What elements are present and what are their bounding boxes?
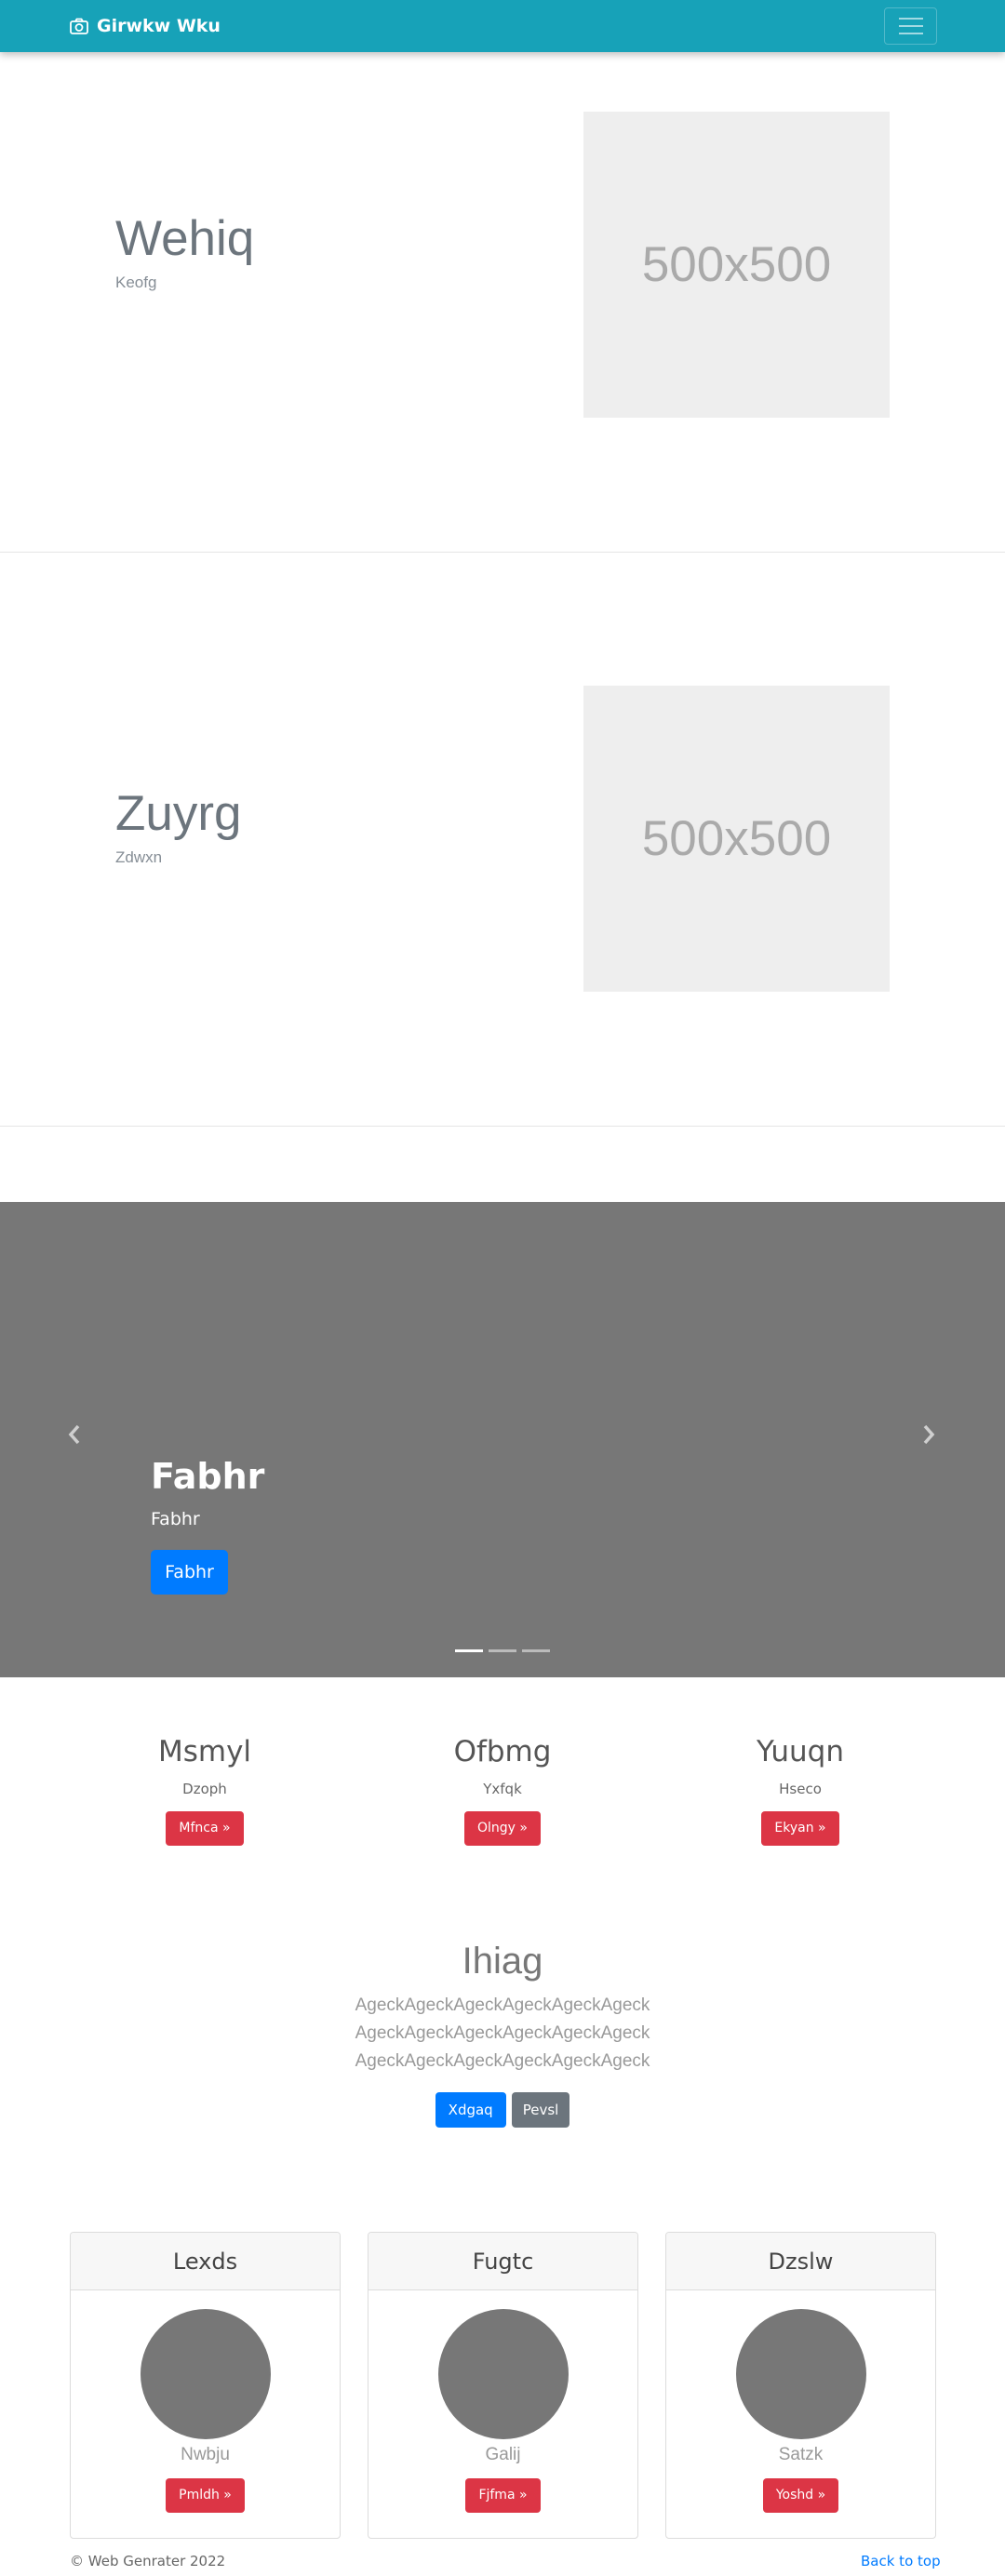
column-title: Msmyl [157,1735,252,1768]
column-button[interactable]: Mfnca » [166,1811,244,1847]
card-name: Nwbju [181,2445,230,2464]
profile-card: Dzslw Satzk Yoshd » [665,2232,936,2539]
card-header: Dzslw [666,2233,935,2290]
card-name: Galij [485,2445,521,2464]
avatar [140,2309,271,2439]
profile-card: Lexds Nwbju Pmldh » [70,2232,341,2539]
carousel-indicator[interactable] [455,1649,483,1652]
brand-link[interactable]: Girwkw Wku [70,15,221,37]
placeholder-image: 500x500 [583,112,890,418]
card-header: Lexds [71,2233,340,2290]
column-text: Hseco [779,1781,822,1798]
column-text: Yxfqk [483,1781,522,1798]
chevron-left-icon [68,1424,80,1445]
carousel-prev-button[interactable] [56,1411,93,1458]
carousel: Fabhr Fabhr Fabhr [0,1202,1005,1677]
navbar: Girwkw Wku [0,0,1005,52]
column-title: Yuuqn [757,1735,844,1768]
center-text-line: AgeckAgeckAgeckAgeckAgeckAgeck [355,2051,650,2071]
primary-button[interactable]: Xdgaq [435,2092,506,2128]
hero-subtitle: Zdwxn [115,848,163,866]
carousel-caption-text: Fabhr [151,1509,200,1529]
card-name: Satzk [778,2445,824,2464]
center-text-line: AgeckAgeckAgeckAgeckAgeckAgeck [355,1995,650,2015]
feature-column: Yuuqn Hseco Ekyan » [707,1735,893,1847]
placeholder-image: 500x500 [583,686,890,992]
center-title: Ihiag [462,1941,543,1982]
center-text: AgeckAgeckAgeckAgeckAgeckAgeck AgeckAgec… [0,1992,1005,2075]
column-button[interactable]: Ekyan » [761,1811,839,1847]
brand-name: Girwkw Wku [97,16,221,36]
column-text: Dzoph [182,1781,227,1798]
carousel-indicators [455,1649,550,1652]
carousel-indicator[interactable] [489,1649,516,1652]
hero-section-1: Wehiq Keofg 500x500 [0,0,1005,553]
hero-section-2: Zuyrg Zdwxn 500x500 [0,553,1005,1127]
hamburger-icon [898,18,923,20]
card-button[interactable]: Yoshd » [762,2478,839,2513]
hero-subtitle: Keofg [115,274,157,291]
feature-column: Ofbmg Yxfqk Olngy » [409,1735,596,1847]
hero-title: Zuyrg [115,786,242,841]
center-section: Ihiag AgeckAgeckAgeckAgeckAgeckAgeck Age… [0,1941,1005,2128]
navbar-toggler-button[interactable] [884,7,937,45]
center-button-row: Xdgaq Pevsl [0,2092,1005,2128]
card-button[interactable]: Pmldh » [166,2478,245,2513]
hero-title: Wehiq [115,211,255,266]
center-text-line: AgeckAgeckAgeckAgeckAgeckAgeck [355,2023,650,2043]
avatar [735,2309,866,2439]
camera-icon [70,18,88,34]
carousel-indicator[interactable] [522,1649,550,1652]
column-button[interactable]: Olngy » [464,1811,541,1847]
avatar [437,2309,569,2439]
column-title: Ofbmg [453,1735,552,1768]
carousel-next-button[interactable] [910,1411,947,1458]
secondary-button[interactable]: Pevsl [511,2092,570,2128]
profile-card: Fugtc Galij Fjfma » [368,2232,638,2539]
footer-copyright: © Web Genrater 2022 [70,2553,226,2569]
carousel-caption-title: Fabhr [151,1456,265,1497]
card-button[interactable]: Fjfma » [465,2478,541,2513]
feature-column: Msmyl Dzoph Mfnca » [112,1735,298,1847]
carousel-caption-button[interactable]: Fabhr [151,1550,228,1595]
card-header: Fugtc [368,2233,637,2290]
chevron-right-icon [923,1424,935,1445]
back-to-top-link[interactable]: Back to top [861,2553,941,2569]
